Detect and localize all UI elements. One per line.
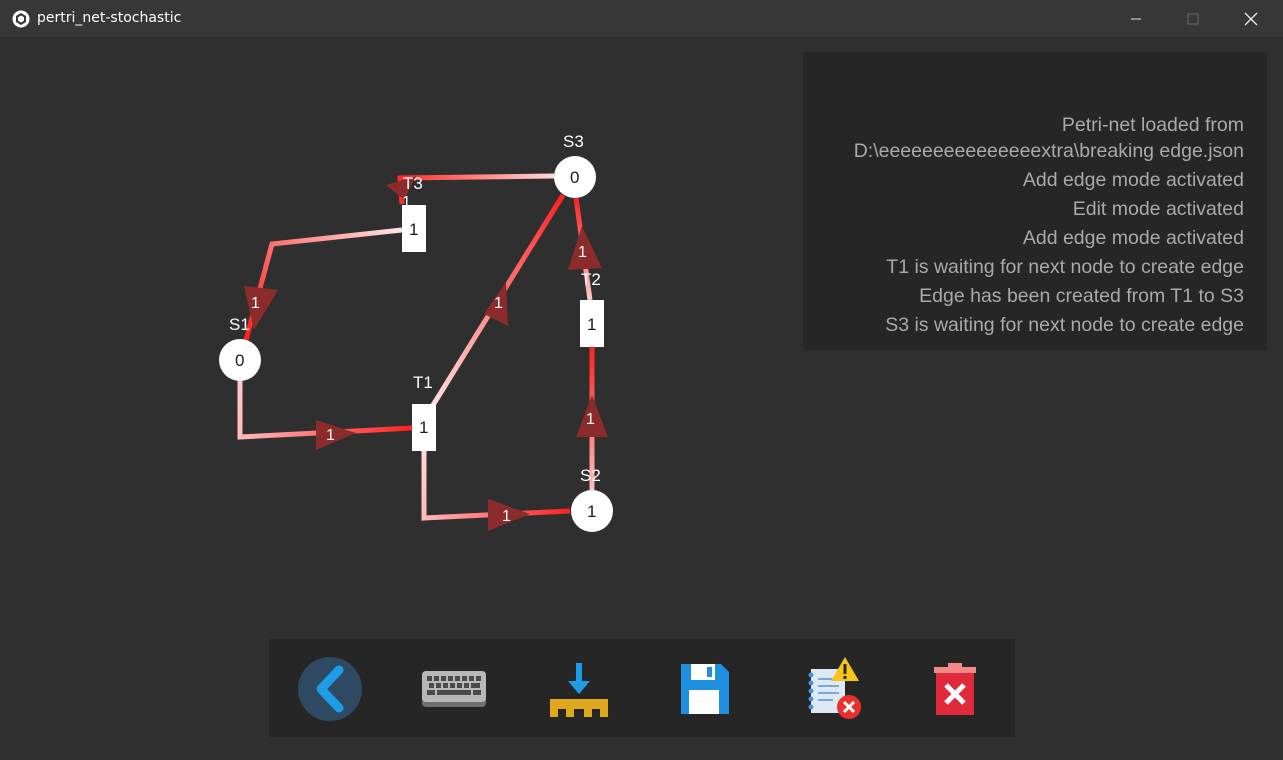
trash-icon [934,663,976,715]
edge-weight: 1 [494,295,503,312]
place-tokens: 0 [235,351,244,370]
minimize-icon [1131,18,1141,20]
log-line: T1 is waiting for next node to create ed… [886,256,1244,278]
place-label: S3 [563,132,584,151]
edge-t3-s1[interactable]: 1 [243,227,403,341]
maximize-icon [1187,13,1199,25]
save-button[interactable] [671,656,737,722]
edge-weight: 1 [502,508,511,525]
edge-s1-t1[interactable]: 1 [237,380,413,450]
edge-weight: 1 [251,295,260,312]
import-button[interactable] [546,656,612,722]
back-arrow-icon [298,657,362,721]
place-label: S1 [229,315,250,334]
floppy-disk-icon [681,664,729,714]
log-line: Edit mode activated [1072,198,1244,220]
transition-value: 1 [587,315,596,334]
transition-t2[interactable]: T2 1 [580,270,604,347]
edge-t1-s3[interactable]: 1 [427,193,566,412]
transition-label: T2 [581,270,601,289]
window-title: pertri_net-stochastic [37,10,182,26]
bottom-toolbar [269,639,1015,737]
place-tokens: 0 [570,168,579,187]
edge-weight: 1 [586,411,595,428]
title-bar: pertri_net-stochastic [0,0,1283,38]
notebook-warning-icon [808,657,861,719]
back-button[interactable] [297,656,363,722]
transition-label: T3 [403,174,423,193]
delete-button[interactable] [922,656,988,722]
log-line: D:\eeeeeeeeeeeeeeextra\breaking edge.jso… [853,140,1244,162]
log-line: Add edge mode activated [1022,227,1244,249]
close-button[interactable] [1222,0,1280,38]
arrow-head [316,420,356,450]
edge-weight: 1 [402,194,411,211]
transition-value: 1 [409,220,418,239]
log-line: S3 is waiting for next node to create ed… [885,314,1244,336]
close-icon [1244,12,1258,26]
unity-logo-icon [12,10,30,28]
place-label: S2 [580,466,601,485]
minimize-button[interactable] [1107,0,1165,38]
log-line: Edge has been created from T1 to S3 [919,285,1244,307]
error-log-button[interactable] [800,656,866,722]
place-tokens: 1 [587,502,596,521]
keyboard-button[interactable] [421,656,487,722]
edge-weight: 1 [578,244,587,261]
edge-t1-s2[interactable]: 1 [421,450,571,531]
edge-weight: 1 [326,427,335,444]
place-s2[interactable]: S2 1 [571,466,613,532]
log-line: Petri-net loaded from [1061,114,1244,136]
transition-t1[interactable]: T1 1 [412,373,436,451]
maximize-button[interactable] [1164,0,1222,38]
download-icon [550,663,608,717]
transition-label: T1 [413,373,433,392]
log-line: Add edge mode activated [1022,169,1244,191]
transition-value: 1 [419,418,428,437]
transition-t3[interactable]: T3 1 1 [402,174,426,252]
place-s3[interactable]: S3 0 [554,132,596,198]
log-panel: Petri-net loaded from D:\eeeeeeeeeeeeeee… [803,52,1267,350]
keyboard-icon [422,671,486,707]
